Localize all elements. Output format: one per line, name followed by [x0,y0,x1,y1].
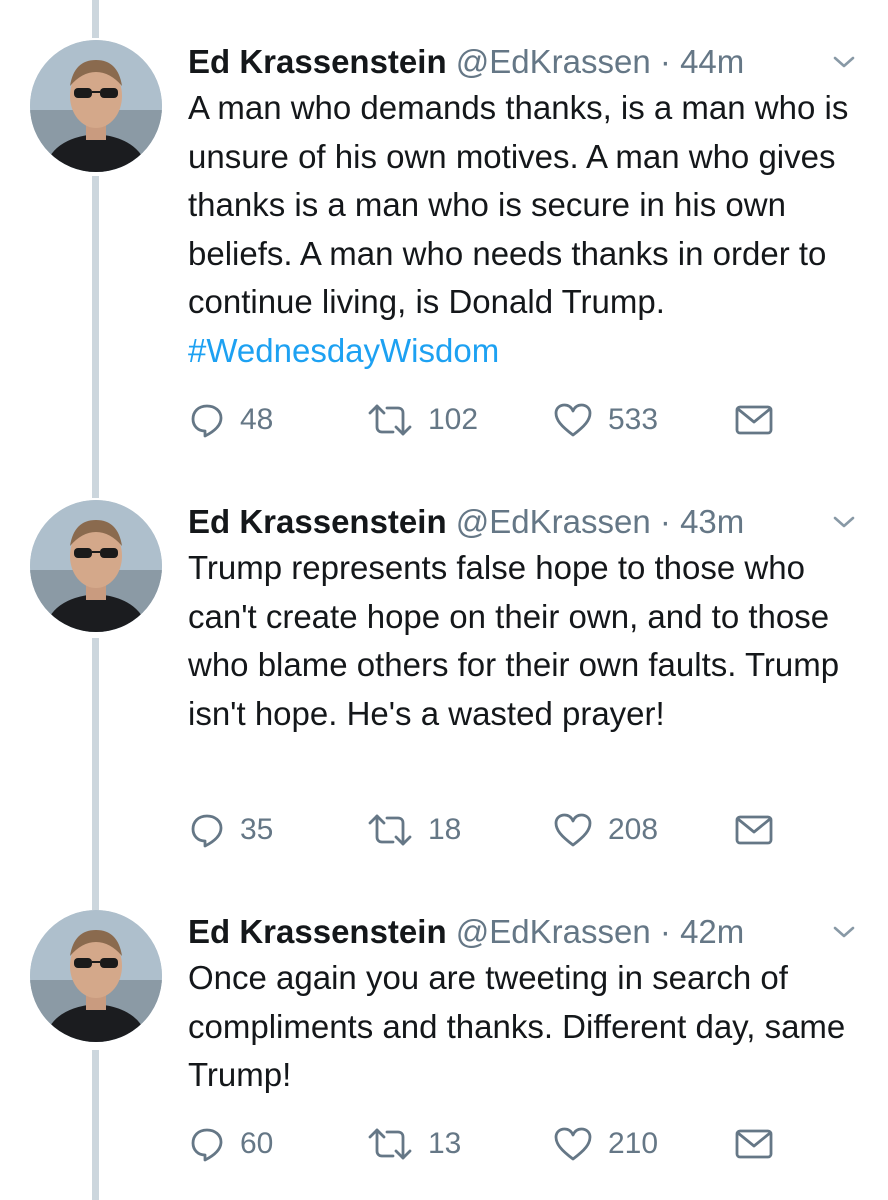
retweet-icon [368,1128,412,1160]
avatar-photo [30,40,162,172]
reply-button[interactable]: 35 [188,808,273,852]
reply-button[interactable]: 48 [188,398,273,442]
tweet[interactable]: Ed Krassenstein @EdKrassen · 44m A man w… [0,40,888,460]
tweet[interactable]: Ed Krassenstein @EdKrassen · 42m Once ag… [0,910,888,1190]
like-count: 208 [608,813,659,846]
author-handle[interactable]: @EdKrassen [456,43,651,80]
reply-count: 48 [240,403,274,436]
message-icon [735,405,773,435]
reply-count: 35 [240,813,274,846]
chevron-down-icon[interactable] [830,922,858,942]
avatar-photo [30,910,162,1042]
retweet-count: 13 [428,1127,462,1160]
tweet-header: Ed Krassenstein @EdKrassen · 44m [188,40,744,84]
separator: · [659,43,671,80]
like-count: 533 [608,403,659,436]
timestamp[interactable]: 42m [680,913,744,950]
retweet-icon [368,404,412,436]
author-name[interactable]: Ed Krassenstein [188,503,447,540]
retweet-button[interactable]: 102 [366,398,478,442]
message-icon [735,1129,773,1159]
chevron-down-icon[interactable] [830,52,858,72]
tweet-body: Once again you are tweeting in search of… [188,959,846,1093]
reply-icon [191,1128,223,1162]
timestamp[interactable]: 43m [680,503,744,540]
reply-icon [191,404,223,438]
like-icon [554,1127,592,1161]
tweet-text: A man who demands thanks, is a man who i… [188,84,868,375]
direct-message-button[interactable] [734,808,774,852]
direct-message-button[interactable] [734,1122,774,1166]
tweet-header: Ed Krassenstein @EdKrassen · 43m [188,500,744,544]
chevron-down-icon[interactable] [830,512,858,532]
tweet-body: Trump represents false hope to those who… [188,549,840,732]
retweet-icon [368,814,412,846]
reply-button[interactable]: 60 [188,1122,273,1166]
retweet-count: 18 [428,813,462,846]
tweet[interactable]: Ed Krassenstein @EdKrassen · 43m Trump r… [0,500,888,870]
reply-count: 60 [240,1127,274,1160]
avatar[interactable] [30,500,162,632]
like-button[interactable]: 210 [552,1122,658,1166]
like-icon [554,813,592,847]
retweet-button[interactable]: 18 [366,808,461,852]
like-button[interactable]: 208 [552,808,658,852]
avatar[interactable] [30,910,162,1042]
direct-message-button[interactable] [734,398,774,442]
tweet-actions: 60 13 210 [188,1122,868,1166]
tweet-header: Ed Krassenstein @EdKrassen · 42m [188,910,744,954]
like-button[interactable]: 533 [552,398,658,442]
retweet-button[interactable]: 13 [366,1122,461,1166]
retweet-count: 102 [428,403,479,436]
separator: · [659,503,671,540]
tweet-text: Once again you are tweeting in search of… [188,954,868,1100]
tweet-actions: 35 18 208 [188,808,868,852]
separator: · [659,913,671,950]
avatar[interactable] [30,40,162,172]
avatar-photo [30,500,162,632]
like-icon [554,403,592,437]
reply-icon [191,814,223,848]
hashtag-link[interactable]: #WednesdayWisdom [188,332,499,369]
like-count: 210 [608,1127,659,1160]
thread-line-top [92,0,99,38]
tweet-text: Trump represents false hope to those who… [188,544,868,738]
author-handle[interactable]: @EdKrassen [456,503,651,540]
tweet-actions: 48 102 533 [188,398,868,442]
author-name[interactable]: Ed Krassenstein [188,43,447,80]
timestamp[interactable]: 44m [680,43,744,80]
author-handle[interactable]: @EdKrassen [456,913,651,950]
tweet-body: A man who demands thanks, is a man who i… [188,89,849,320]
message-icon [735,815,773,845]
author-name[interactable]: Ed Krassenstein [188,913,447,950]
